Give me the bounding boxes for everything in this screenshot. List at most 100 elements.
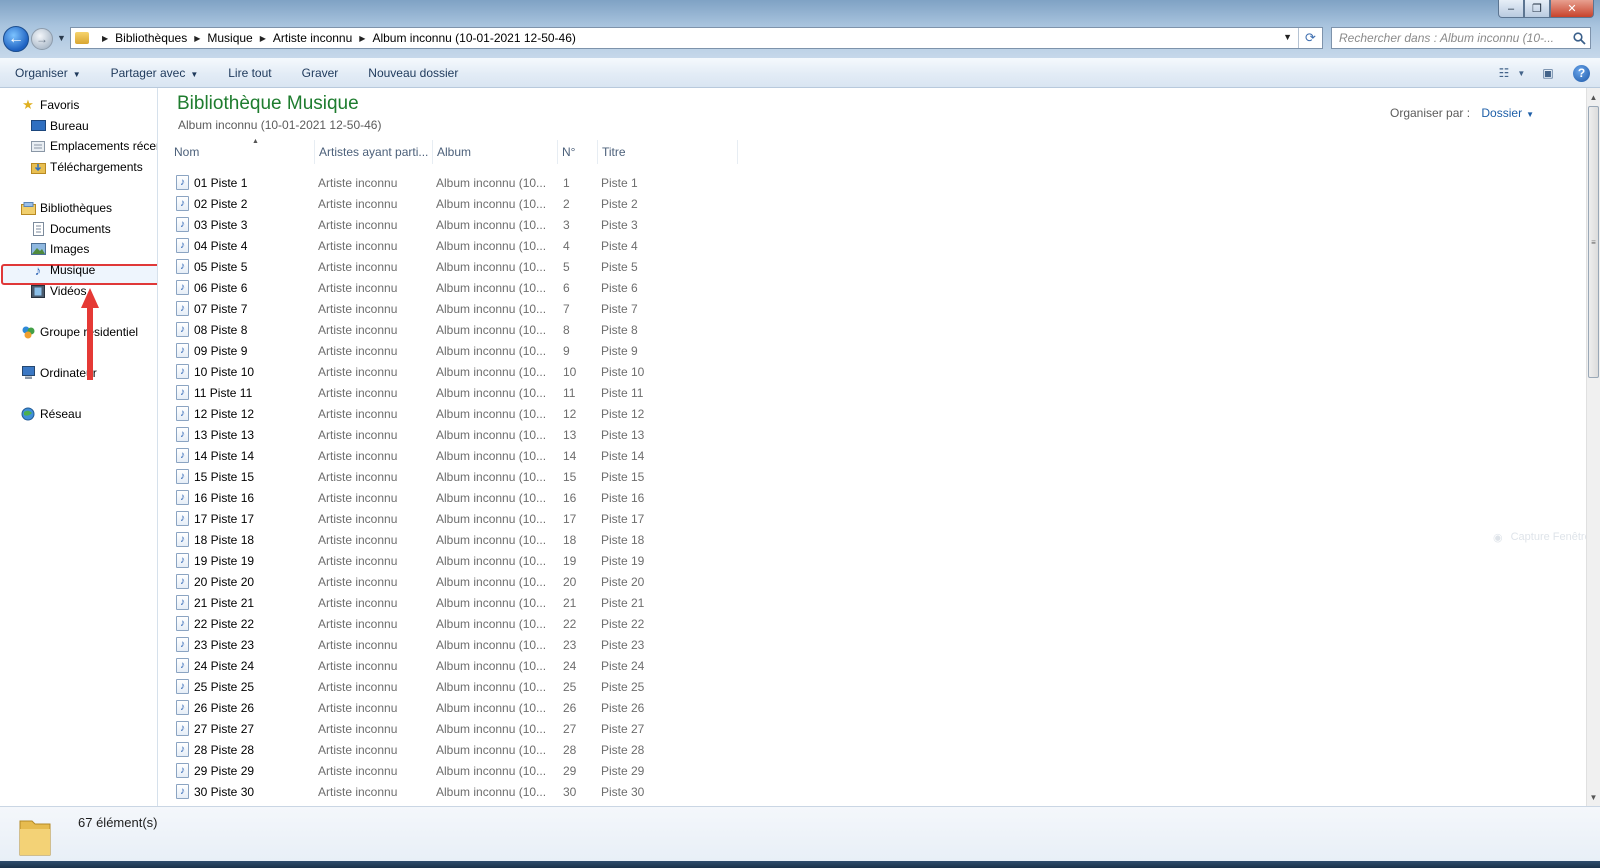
breadcrumb-artist[interactable]: Artiste inconnu xyxy=(273,31,352,45)
table-row[interactable]: ♪ 05 Piste 5 Artiste inconnu Album inconnu … xyxy=(174,256,1474,277)
maximize-button[interactable]: ❐ xyxy=(1524,0,1550,18)
command-bar: Organiser ▼ Partager avec ▼ Lire tout Grav… xyxy=(0,58,1600,88)
track-number-cell: 24 xyxy=(563,658,577,673)
table-row[interactable]: ♪ 11 Piste 11 Artiste inconnu Album inconnu… xyxy=(174,382,1474,403)
audio-file-icon: ♪ xyxy=(176,784,189,799)
column-header-name[interactable]: Nom ▲ xyxy=(170,138,315,164)
table-row[interactable]: ♪ 08 Piste 8 Artiste inconnu Album inconnu … xyxy=(174,319,1474,340)
table-row[interactable]: ♪ 23 Piste 23 Artiste inconnu Album inconnu… xyxy=(174,634,1474,655)
title-cell: Piste 22 xyxy=(601,616,645,631)
nav-images[interactable]: Images xyxy=(30,239,89,259)
table-row[interactable]: ♪ 02 Piste 2 Artiste inconnu Album inconnu … xyxy=(174,193,1474,214)
star-icon: ★ xyxy=(22,97,34,112)
table-row[interactable]: ♪ 13 Piste 13 Artiste inconnu Album inconnu… xyxy=(174,424,1474,445)
recent-pages-dropdown[interactable]: ▼ xyxy=(57,33,66,43)
file-name: 02 Piste 2 xyxy=(194,196,248,211)
file-name-cell: ♪ 11 Piste 11 xyxy=(174,385,318,400)
table-row[interactable]: ♪ 27 Piste 27 Artiste inconnu Album inconnu… xyxy=(174,718,1474,739)
table-row[interactable]: ♪ 04 Piste 4 Artiste inconnu Album inconnu … xyxy=(174,235,1474,256)
table-row[interactable]: ♪ 19 Piste 19 Artiste inconnu Album inconnu… xyxy=(174,550,1474,571)
column-header-album[interactable]: Album xyxy=(433,140,558,164)
audio-file-icon: ♪ xyxy=(176,196,189,211)
play-all-button[interactable]: Lire tout xyxy=(213,66,286,80)
search-input[interactable]: Rechercher dans : Album inconnu (10-... xyxy=(1331,27,1591,49)
breadcrumb-music[interactable]: Musique xyxy=(207,31,252,45)
view-options-button[interactable]: ☷ ▼ xyxy=(1499,62,1526,84)
chevron-right-icon[interactable]: ▶ xyxy=(102,34,108,43)
column-header-number[interactable]: N° xyxy=(558,140,598,164)
table-row[interactable]: ♪ 16 Piste 16 Artiste inconnu Album inconnu… xyxy=(174,487,1474,508)
column-header-artists[interactable]: Artistes ayant parti... xyxy=(315,140,433,164)
nav-downloads[interactable]: Téléchargements xyxy=(30,157,143,177)
chevron-right-icon[interactable]: ▶ xyxy=(260,34,266,43)
table-row[interactable]: ♪ 24 Piste 24 Artiste inconnu Album inconnu… xyxy=(174,655,1474,676)
back-button[interactable]: ← xyxy=(3,26,29,52)
table-row[interactable]: ♪ 28 Piste 28 Artiste inconnu Album inconnu… xyxy=(174,739,1474,760)
table-row[interactable]: ♪ 17 Piste 17 Artiste inconnu Album inconnu… xyxy=(174,508,1474,529)
file-name-cell: ♪ 07 Piste 7 xyxy=(174,301,318,316)
table-row[interactable]: ♪ 29 Piste 29 Artiste inconnu Album inconnu… xyxy=(174,760,1474,781)
help-icon[interactable]: ? xyxy=(1573,64,1590,82)
minimize-button[interactable]: – xyxy=(1498,0,1524,18)
refresh-button[interactable]: ⟳ xyxy=(1298,28,1322,48)
nav-network[interactable]: Réseau xyxy=(20,404,81,424)
item-count: 67 élément(s) xyxy=(78,815,158,830)
table-row[interactable]: ♪ 10 Piste 10 Artiste inconnu Album inconnu… xyxy=(174,361,1474,382)
table-row[interactable]: ♪ 07 Piste 7 Artiste inconnu Album inconnu … xyxy=(174,298,1474,319)
table-row[interactable]: ♪ 20 Piste 20 Artiste inconnu Album inconnu… xyxy=(174,571,1474,592)
scroll-up-icon[interactable]: ▲ xyxy=(1587,90,1600,104)
artist-cell: Artiste inconnu xyxy=(318,742,398,757)
table-row[interactable]: ♪ 18 Piste 18 Artiste inconnu Album inconnu… xyxy=(174,529,1474,550)
share-menu[interactable]: Partager avec ▼ xyxy=(96,66,214,80)
scroll-down-icon[interactable]: ▼ xyxy=(1587,790,1600,804)
preview-pane-button[interactable]: ▣ xyxy=(1537,62,1559,84)
close-button[interactable]: ✕ xyxy=(1550,0,1594,18)
table-row[interactable]: ♪ 30 Piste 30 Artiste inconnu Album inconnu… xyxy=(174,781,1474,802)
file-name-cell: ♪ 28 Piste 28 xyxy=(174,742,318,757)
address-dropdown-icon[interactable]: ▼ xyxy=(1283,32,1292,42)
table-row[interactable]: ♪ 12 Piste 12 Artiste inconnu Album inconnu… xyxy=(174,403,1474,424)
track-number-cell: 9 xyxy=(563,343,570,358)
nav-desktop[interactable]: Bureau xyxy=(30,116,89,136)
address-bar[interactable]: ▶ Bibliothèques ▶ Musique ▶ Artiste inco… xyxy=(70,27,1323,49)
organize-menu[interactable]: Organiser ▼ xyxy=(0,66,96,80)
breadcrumb-libraries[interactable]: Bibliothèques xyxy=(115,31,187,45)
audio-file-icon: ♪ xyxy=(176,343,189,358)
new-folder-button[interactable]: Nouveau dossier xyxy=(353,66,473,80)
title-cell: Piste 18 xyxy=(601,532,645,547)
table-row[interactable]: ♪ 09 Piste 9 Artiste inconnu Album inconnu … xyxy=(174,340,1474,361)
table-row[interactable]: ♪ 01 Piste 1 Artiste inconnu Album inconnu … xyxy=(174,172,1474,193)
nav-documents[interactable]: Documents xyxy=(30,219,111,239)
title-cell: Piste 19 xyxy=(601,553,645,568)
table-row[interactable]: ♪ 15 Piste 15 Artiste inconnu Album inconnu… xyxy=(174,466,1474,487)
nav-recent-places[interactable]: Emplacements récents xyxy=(30,136,157,156)
table-row[interactable]: ♪ 25 Piste 25 Artiste inconnu Album inconnu… xyxy=(174,676,1474,697)
artist-cell: Artiste inconnu xyxy=(318,637,398,652)
burn-button[interactable]: Graver xyxy=(287,66,354,80)
audio-file-icon: ♪ xyxy=(176,721,189,736)
chevron-right-icon[interactable]: ▶ xyxy=(359,34,365,43)
chevron-right-icon[interactable]: ▶ xyxy=(194,34,200,43)
table-row[interactable]: ♪ 26 Piste 26 Artiste inconnu Album inconnu… xyxy=(174,697,1474,718)
nav-music[interactable]: ♪ Musique xyxy=(30,260,96,280)
table-row[interactable]: ♪ 22 Piste 22 Artiste inconnu Album inconnu… xyxy=(174,613,1474,634)
title-cell: Piste 14 xyxy=(601,448,645,463)
arrange-by-dropdown[interactable]: Dossier ▼ xyxy=(1481,106,1534,120)
search-icon[interactable] xyxy=(1568,31,1590,45)
nav-label: Bibliothèques xyxy=(40,201,113,215)
nav-favorites[interactable]: ★ Favoris xyxy=(20,95,79,115)
column-header-title[interactable]: Titre xyxy=(598,140,738,164)
table-row[interactable]: ♪ 14 Piste 14 Artiste inconnu Album inconnu… xyxy=(174,445,1474,466)
vertical-scrollbar[interactable]: ▲ ≡ ▼ xyxy=(1586,88,1600,806)
scroll-thumb[interactable]: ≡ xyxy=(1588,106,1599,378)
forward-button[interactable]: → xyxy=(31,28,53,50)
nav-videos[interactable]: Vidéos xyxy=(30,281,86,301)
artist-cell: Artiste inconnu xyxy=(318,280,398,295)
artist-cell: Artiste inconnu xyxy=(318,385,398,400)
table-row[interactable]: ♪ 06 Piste 6 Artiste inconnu Album inconnu … xyxy=(174,277,1474,298)
nav-libraries[interactable]: Bibliothèques xyxy=(20,198,112,218)
file-name: 30 Piste 30 xyxy=(194,784,255,799)
breadcrumb-album[interactable]: Album inconnu (10-01-2021 12-50-46) xyxy=(372,31,575,45)
table-row[interactable]: ♪ 21 Piste 21 Artiste inconnu Album inconnu… xyxy=(174,592,1474,613)
table-row[interactable]: ♪ 03 Piste 3 Artiste inconnu Album inconnu … xyxy=(174,214,1474,235)
